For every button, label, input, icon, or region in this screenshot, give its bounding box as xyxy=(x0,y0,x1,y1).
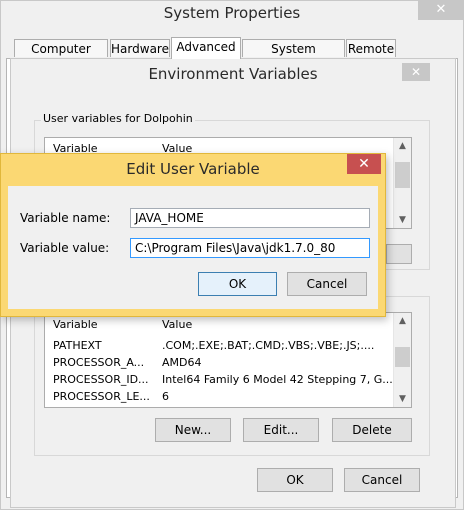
variable-cell: PROCESSOR_ID... xyxy=(53,373,149,386)
close-icon: ✕ xyxy=(410,65,422,79)
environment-variables-title: Environment Variables xyxy=(148,65,318,83)
env-cancel-button[interactable]: Cancel xyxy=(344,468,420,492)
variable-name-label: Variable name: xyxy=(20,211,111,225)
table-row[interactable]: PROCESSOR_A... AMD64 xyxy=(45,355,411,371)
system-properties-close-button[interactable]: ✕ xyxy=(418,0,464,20)
value-cell: Intel64 Family 6 Model 42 Stepping 7, G.… xyxy=(162,373,393,386)
edit-button[interactable]: Edit... xyxy=(243,418,319,442)
user-list-scrollbar[interactable]: ▲ ▼ xyxy=(393,138,411,228)
value-cell: 6 xyxy=(162,390,169,403)
edit-cancel-button[interactable]: Cancel xyxy=(287,272,367,296)
table-row[interactable]: PROCESSOR_ID... Intel64 Family 6 Model 4… xyxy=(45,372,411,388)
system-list-scrollbar[interactable]: ▲ ▼ xyxy=(393,313,411,407)
scrollbar-thumb[interactable] xyxy=(395,162,410,188)
tab-system-protection[interactable]: System Protection xyxy=(242,39,345,74)
tab-remote[interactable]: Remote xyxy=(346,39,396,57)
variable-cell: PROCESSOR_LE... xyxy=(53,390,150,403)
user-variables-label: User variables for Dolpohin xyxy=(41,112,195,125)
column-header-variable[interactable]: Variable xyxy=(53,318,98,331)
user-delete-button-partial[interactable] xyxy=(386,244,412,264)
edit-user-variable-title: Edit User Variable xyxy=(126,160,260,178)
variable-cell: PROCESSOR_A... xyxy=(53,356,145,369)
tab-computer-name[interactable]: Computer Name xyxy=(14,39,108,74)
new-button[interactable]: New... xyxy=(155,418,231,442)
scroll-down-icon[interactable]: ▼ xyxy=(394,391,411,407)
env-ok-button[interactable]: OK xyxy=(257,468,333,492)
scroll-up-icon[interactable]: ▲ xyxy=(394,313,411,329)
value-cell: AMD64 xyxy=(162,356,202,369)
variable-name-field[interactable]: JAVA_HOME xyxy=(130,208,370,228)
scroll-down-icon[interactable]: ▼ xyxy=(394,212,411,228)
delete-button[interactable]: Delete xyxy=(332,418,412,442)
variable-cell: PATHEXT xyxy=(53,339,102,352)
variable-value-label: Variable value: xyxy=(20,241,110,255)
table-row[interactable]: PATHEXT .COM;.EXE;.BAT;.CMD;.VBS;.VBE;.J… xyxy=(45,338,411,354)
edit-dialog-close-button[interactable]: ✕ xyxy=(347,154,381,174)
system-variables-list[interactable]: Variable Value PATHEXT .COM;.EXE;.BAT;.C… xyxy=(44,312,412,408)
close-icon: ✕ xyxy=(435,2,447,17)
system-properties-title: System Properties xyxy=(163,4,301,22)
environment-variables-close-button[interactable]: ✕ xyxy=(402,63,430,81)
variable-value-field[interactable]: C:\Program Files\Java\jdk1.7.0_80 xyxy=(130,238,370,258)
column-header-value[interactable]: Value xyxy=(162,318,192,331)
value-cell: .COM;.EXE;.BAT;.CMD;.VBS;.VBE;.JS;.... xyxy=(162,339,375,352)
edit-ok-button[interactable]: OK xyxy=(198,272,277,296)
close-icon: ✕ xyxy=(358,156,370,172)
tab-advanced[interactable]: Advanced xyxy=(171,37,241,59)
scrollbar-thumb[interactable] xyxy=(395,347,410,367)
table-row[interactable]: PROCESSOR_LE... 6 xyxy=(45,389,411,405)
tab-hardware[interactable]: Hardware xyxy=(110,39,170,57)
scroll-up-icon[interactable]: ▲ xyxy=(394,138,411,154)
